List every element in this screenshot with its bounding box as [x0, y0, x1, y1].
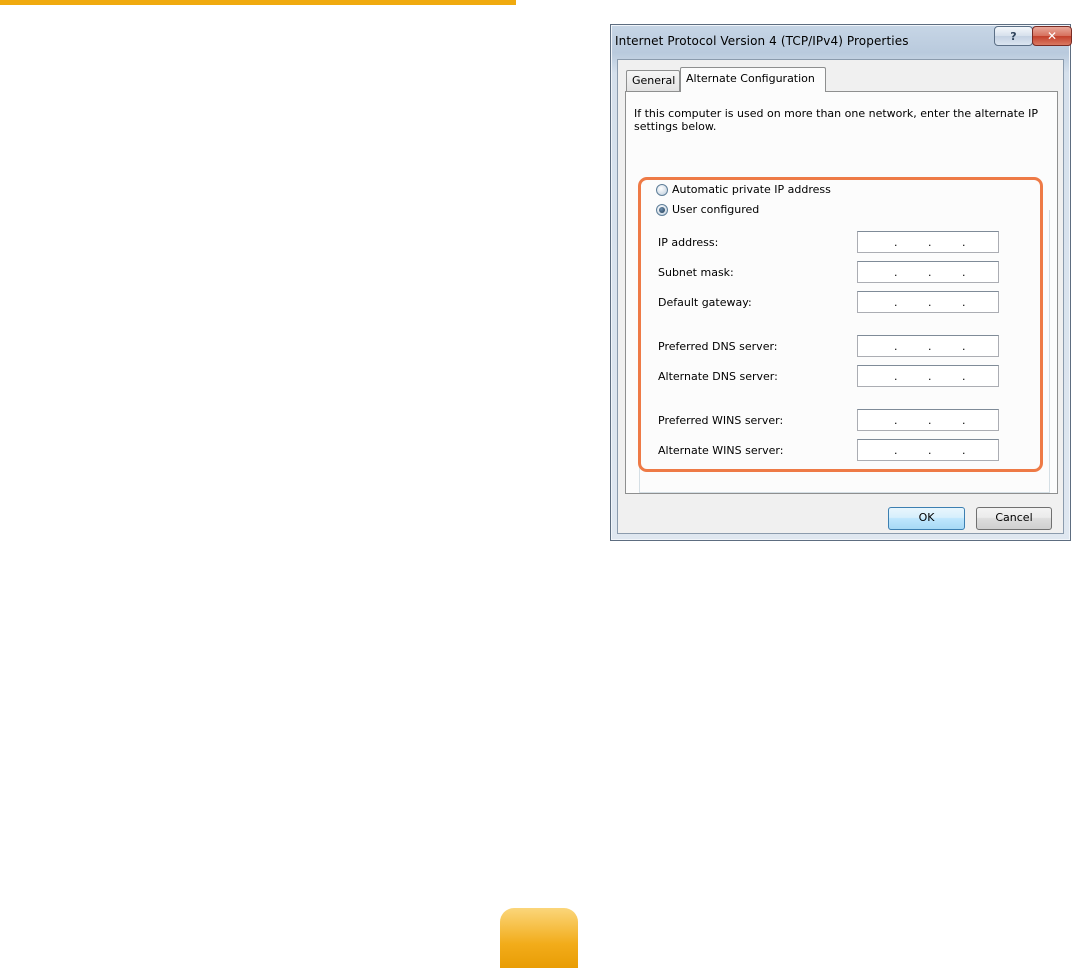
user-configured-option[interactable]: User configured	[656, 203, 763, 216]
ok-button[interactable]: OK	[888, 507, 965, 530]
user-configured-radio[interactable]	[656, 203, 668, 216]
tcpip-properties-dialog: Internet Protocol Version 4 (TCP/IPv4) P…	[610, 24, 1072, 541]
alternate-dns-input[interactable]: . . .	[857, 365, 999, 387]
dialog-title: Internet Protocol Version 4 (TCP/IPv4) P…	[615, 34, 909, 48]
automatic-private-ip-option[interactable]: Automatic private IP address	[656, 183, 831, 196]
cancel-button[interactable]: Cancel	[976, 507, 1052, 530]
title-bar[interactable]: Internet Protocol Version 4 (TCP/IPv4) P…	[611, 25, 1072, 59]
page-number-tab	[500, 908, 578, 968]
preferred-wins-input[interactable]: . . .	[857, 409, 999, 431]
default-gateway-label: Default gateway:	[658, 296, 752, 309]
help-button[interactable]: ?	[994, 26, 1033, 46]
preferred-dns-input[interactable]: . . .	[857, 335, 999, 357]
user-configured-label: User configured	[672, 203, 760, 216]
subnet-mask-label: Subnet mask:	[658, 266, 734, 279]
default-gateway-input[interactable]: . . .	[857, 291, 999, 313]
dialog-client-area: General Alternate Configuration If this …	[617, 59, 1064, 534]
alternate-configuration-panel: If this computer is used on more than on…	[625, 91, 1058, 494]
alternate-wins-label: Alternate WINS server:	[658, 444, 784, 457]
automatic-private-ip-radio[interactable]	[656, 183, 668, 196]
subnet-mask-input[interactable]: . . .	[857, 261, 999, 283]
preferred-wins-label: Preferred WINS server:	[658, 414, 784, 427]
tab-alternate-configuration[interactable]: Alternate Configuration	[680, 67, 826, 92]
preferred-dns-label: Preferred DNS server:	[658, 340, 778, 353]
close-button[interactable]: ✕	[1032, 26, 1072, 46]
page-top-accent-bar	[0, 0, 516, 5]
tab-general[interactable]: General	[626, 70, 680, 91]
alternate-dns-label: Alternate DNS server:	[658, 370, 778, 383]
ip-address-input[interactable]: . . .	[857, 231, 999, 253]
help-icon: ?	[1010, 29, 1017, 43]
automatic-private-ip-label: Automatic private IP address	[672, 183, 831, 196]
ip-address-label: IP address:	[658, 236, 719, 249]
close-icon: ✕	[1046, 29, 1058, 43]
alternate-wins-input[interactable]: . . .	[857, 439, 999, 461]
description-text: If this computer is used on more than on…	[634, 107, 1039, 133]
